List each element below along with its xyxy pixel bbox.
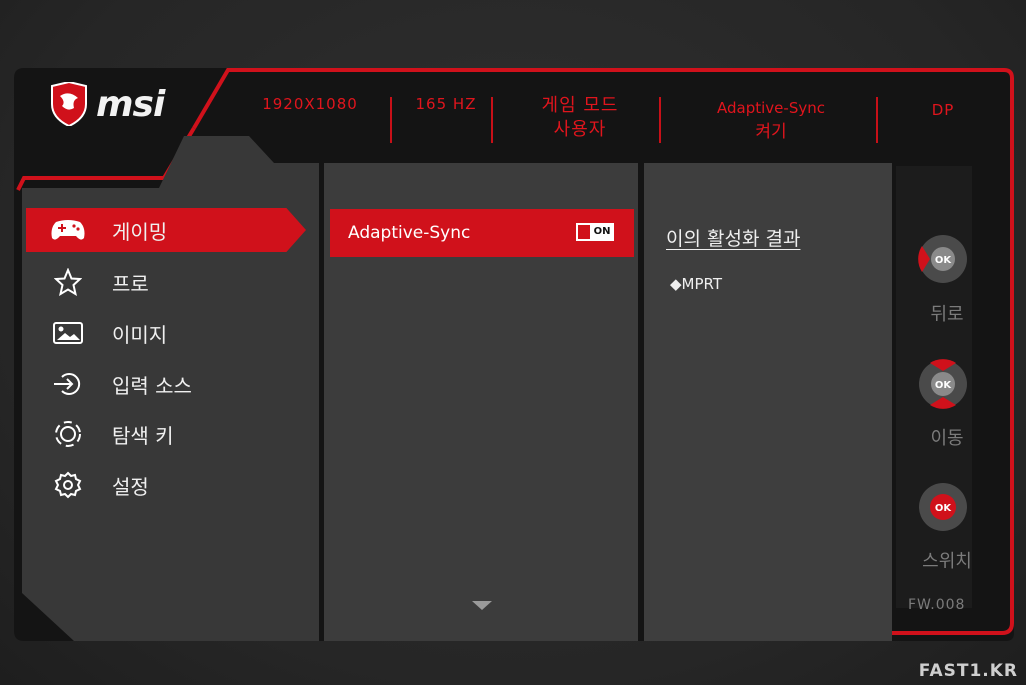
gear-icon xyxy=(48,470,88,500)
menu-item-label: 설정 xyxy=(112,474,149,499)
star-icon xyxy=(48,267,88,297)
input-source-icon xyxy=(48,369,88,399)
move-control-label: 이동 xyxy=(930,428,964,449)
watermark: FAST1.KR xyxy=(918,661,1018,681)
submenu-item-adaptive-sync[interactable]: Adaptive-Sync ON xyxy=(330,209,634,257)
diamond-bullet-icon: ◆ xyxy=(670,275,682,293)
toggle-label: ON xyxy=(592,225,612,239)
menu-item-label: 게이밍 xyxy=(112,219,168,244)
logo-text: msi xyxy=(96,83,165,125)
status-divider xyxy=(876,97,878,143)
gamepad-icon xyxy=(48,215,88,245)
status-adaptive-sync: Adaptive-Sync 켜기 xyxy=(666,96,876,144)
switch-control-icon: OK xyxy=(912,476,974,538)
status-divider xyxy=(491,97,493,143)
status-resolution: 1920X1080 xyxy=(262,95,358,113)
status-divider xyxy=(390,97,392,143)
menu-item-settings[interactable]: 설정 xyxy=(26,463,306,507)
move-control-icon: OK xyxy=(912,353,974,415)
info-item-label: MPRT xyxy=(681,275,723,293)
navigation-key-icon xyxy=(48,419,88,449)
image-icon xyxy=(48,318,88,348)
status-game-mode: 게임 모드 사용자 xyxy=(500,94,660,142)
osd-frame xyxy=(14,68,1014,641)
menu-item-pro[interactable]: 프로 xyxy=(26,260,306,304)
info-title: 이의 활성화 결과 xyxy=(666,228,801,250)
switch-control-label: 스위치 xyxy=(922,551,972,572)
menu-item-input-source[interactable]: 입력 소스 xyxy=(26,362,306,406)
adaptive-sync-value: 켜기 xyxy=(755,122,787,142)
menu-item-label: 탐색 키 xyxy=(112,423,174,448)
menu-item-label: 입력 소스 xyxy=(112,373,192,398)
svg-text:OK: OK xyxy=(935,380,953,391)
game-mode-label: 게임 모드 xyxy=(541,95,619,116)
info-item: ◆MPRT xyxy=(670,275,722,293)
menu-item-label: 이미지 xyxy=(112,322,168,347)
menu-item-image[interactable]: 이미지 xyxy=(26,311,306,355)
submenu-item-label: Adaptive-Sync xyxy=(348,223,471,243)
status-divider xyxy=(659,97,661,143)
msi-shield-icon xyxy=(51,82,87,126)
game-mode-value: 사용자 xyxy=(553,119,607,140)
menu-item-navigation-key[interactable]: 탐색 키 xyxy=(26,412,306,456)
adaptive-sync-toggle[interactable]: ON xyxy=(576,223,614,241)
status-input: DP xyxy=(931,101,955,119)
msi-logo: msi xyxy=(50,82,165,126)
svg-text:OK: OK xyxy=(935,255,953,266)
back-control-label: 뒤로 xyxy=(930,304,964,325)
menu-item-label: 프로 xyxy=(112,271,149,296)
menu-item-gaming[interactable]: 게이밍 xyxy=(26,208,306,252)
adaptive-sync-label: Adaptive-Sync xyxy=(717,99,825,117)
svg-text:OK: OK xyxy=(935,503,953,514)
firmware-version: FW.008 xyxy=(908,597,966,613)
toggle-knob xyxy=(578,225,592,239)
osd-menu: msi 1920X1080 165 HZ 게임 모드 사용자 Adaptive-… xyxy=(14,68,1022,643)
back-control-icon: OK xyxy=(912,228,974,290)
status-refresh-rate: 165 HZ xyxy=(415,95,477,113)
